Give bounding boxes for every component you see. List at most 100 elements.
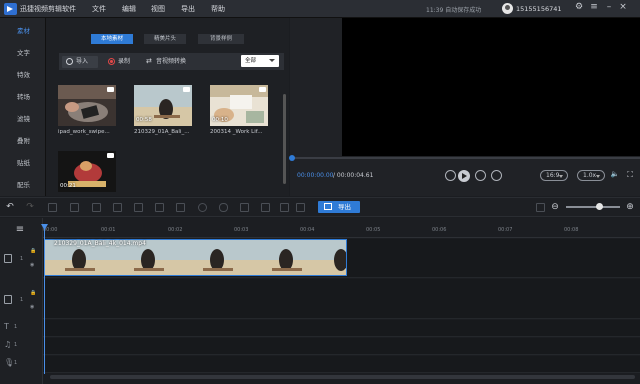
autosave-status: 11:39 自动保存成功	[426, 7, 482, 14]
overlay-track[interactable]	[43, 279, 640, 319]
aspect-ratio-select[interactable]: 16:9	[540, 170, 568, 181]
next-frame-icon[interactable]	[475, 170, 486, 181]
clip-duration: 00:21	[60, 183, 76, 189]
prev-frame-icon[interactable]	[445, 170, 456, 181]
lock-icon[interactable]: 🔒	[30, 290, 36, 296]
crop-icon[interactable]	[70, 203, 79, 212]
add-track-icon[interactable]: ≡	[14, 224, 26, 235]
media-clip[interactable]: 00:10	[210, 85, 268, 126]
music-track-icon: ♫	[4, 340, 12, 349]
tab-local-media[interactable]: 本地素材	[91, 34, 133, 44]
export-label: 导出	[338, 203, 351, 211]
screenshot-icon[interactable]	[261, 203, 270, 212]
zoom-slider-handle[interactable]	[596, 203, 603, 210]
timeline-scrollbar[interactable]	[50, 375, 635, 379]
playhead[interactable]	[44, 226, 45, 374]
menu-help[interactable]: 帮助	[211, 4, 225, 14]
import-tool[interactable]: 导入	[66, 57, 88, 66]
play-button[interactable]	[458, 170, 470, 182]
timeline-ruler[interactable]	[43, 218, 640, 238]
zoom-icon[interactable]	[176, 203, 185, 212]
redo-icon[interactable]: ↷	[24, 202, 36, 212]
settings-icon[interactable]: ⚙	[573, 2, 585, 12]
clip-frame	[183, 240, 252, 275]
layers-icon[interactable]	[280, 203, 289, 212]
convert-button[interactable]: ⇄ 音视频转换	[146, 57, 186, 66]
nav-item-effects[interactable]: 特效	[0, 64, 46, 86]
eye-icon[interactable]: ◉	[30, 262, 34, 268]
convert-icon: ⇄	[146, 57, 152, 65]
left-nav: 素材 文字 特效 转场 滤镜 叠附 贴纸 配乐	[0, 18, 46, 196]
volume-icon[interactable]: 🔈	[609, 170, 621, 178]
ruler-tick: 00:08	[564, 227, 579, 233]
more-icon[interactable]	[296, 203, 305, 212]
nav-item-music[interactable]: 配乐	[0, 174, 46, 196]
nav-item-transitions[interactable]: 转场	[0, 86, 46, 108]
nav-item-stickers[interactable]: 贴纸	[0, 152, 46, 174]
media-clip[interactable]	[58, 85, 116, 126]
voice-track[interactable]	[43, 356, 640, 373]
preview-video[interactable]	[342, 18, 640, 156]
lock-icon[interactable]: 🔒	[30, 248, 36, 254]
tab-intros[interactable]: 精美片头	[144, 34, 186, 44]
nav-item-material[interactable]: 素材	[0, 20, 46, 42]
clip-name: 200314 _Work Lif...	[210, 129, 263, 135]
mosaic-icon[interactable]	[134, 203, 143, 212]
audio-icon[interactable]	[240, 203, 249, 212]
clip-frame-image	[183, 240, 252, 275]
media-clip[interactable]: 00:58	[134, 85, 192, 126]
media-clip[interactable]: 00:21	[58, 151, 116, 192]
zoom-in-icon[interactable]: ⊕	[624, 202, 636, 212]
track-headers: ≡ 1 🔒 ◉ 1 🔒 ◉ T 1 ♫ 1 🎙 1	[0, 218, 43, 384]
ruler-tick: 00:05	[366, 227, 381, 233]
track-number: 1	[14, 360, 18, 366]
video-badge-icon	[183, 87, 190, 92]
avatar[interactable]	[502, 3, 513, 14]
menu-edit[interactable]: 编辑	[122, 4, 136, 14]
app-logo-icon	[4, 3, 17, 15]
stop-icon[interactable]	[491, 170, 502, 181]
undo-icon[interactable]: ↶	[4, 202, 16, 212]
speed-select[interactable]: 1.0x	[577, 170, 605, 181]
mic-track-icon: 🎙	[4, 358, 15, 367]
overlay-track-icon	[4, 295, 12, 304]
timer-icon[interactable]	[198, 203, 207, 212]
record-button[interactable]: 录制	[108, 57, 130, 66]
menu-export[interactable]: 导出	[181, 4, 195, 14]
freeze-icon[interactable]	[155, 203, 164, 212]
menu-icon[interactable]: ≡	[588, 2, 600, 12]
minimize-icon[interactable]: –	[603, 2, 615, 12]
ruler-tick: 00:06	[432, 227, 447, 233]
clip-duration: 00:10	[212, 117, 228, 123]
fit-timeline-icon[interactable]	[536, 203, 545, 212]
record-label: 录制	[118, 58, 131, 65]
media-scrollbar[interactable]	[283, 94, 286, 184]
track-number: 1	[14, 342, 18, 348]
eye-icon[interactable]: ◉	[30, 304, 34, 310]
nav-item-overlay[interactable]: 叠附	[0, 130, 46, 152]
nav-item-filters[interactable]: 滤镜	[0, 108, 46, 130]
video-track-icon	[4, 254, 12, 263]
seek-bar[interactable]	[291, 157, 640, 159]
menu-view[interactable]: 视图	[151, 4, 165, 14]
text-track[interactable]	[43, 320, 640, 337]
microphone-icon[interactable]	[219, 203, 228, 212]
zoom-slider[interactable]	[566, 206, 620, 208]
filter-select[interactable]: 全部	[241, 55, 279, 67]
split-icon[interactable]	[92, 203, 101, 212]
ruler-tick: 00:03	[234, 227, 249, 233]
user-account[interactable]: 15155156741	[516, 5, 562, 13]
close-icon[interactable]: ×	[617, 2, 629, 12]
clip-frame-image	[321, 240, 346, 275]
zoom-out-icon[interactable]: ⊖	[549, 202, 561, 212]
video-badge-icon	[107, 87, 114, 92]
fullscreen-icon[interactable]: ⛶	[624, 170, 636, 180]
seek-handle[interactable]	[289, 155, 295, 161]
menu-file[interactable]: 文件	[92, 4, 106, 14]
edit-icon[interactable]	[113, 203, 122, 212]
clip-duration: 00:58	[136, 117, 152, 123]
tab-backgrounds[interactable]: 背景样例	[198, 34, 244, 44]
music-track[interactable]	[43, 338, 640, 355]
delete-icon[interactable]	[48, 203, 57, 212]
nav-item-text[interactable]: 文字	[0, 42, 46, 64]
